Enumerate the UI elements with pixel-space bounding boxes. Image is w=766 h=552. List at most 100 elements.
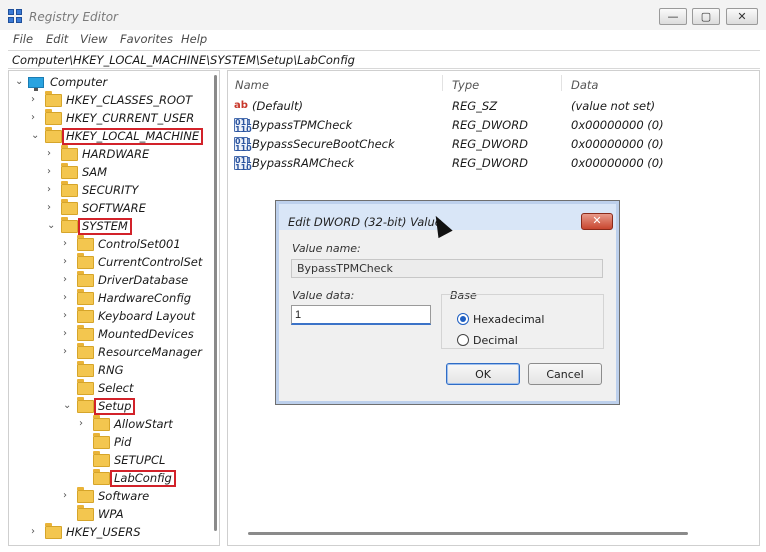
tree-node[interactable]: › HARDWARE (9, 145, 209, 164)
menu-bar: File Edit View Favorites Help (0, 30, 766, 48)
tree-node[interactable]: › ResourceManager (9, 343, 209, 362)
chevron-down-icon[interactable]: ⌄ (31, 128, 41, 144)
title-bar: Registry Editor — ▢ ✕ (0, 0, 766, 30)
tree-node-label: SECURITY (82, 183, 139, 197)
close-icon: ✕ (737, 10, 747, 23)
tree-node[interactable]: › SECURITY (9, 181, 209, 200)
decimal-radio[interactable] (457, 334, 469, 346)
chevron-right-icon[interactable]: › (31, 92, 41, 108)
tree-node[interactable]: SETUPCL (9, 451, 209, 470)
hexadecimal-radio[interactable] (457, 313, 469, 325)
chevron-right-icon[interactable]: › (63, 488, 73, 504)
value-row[interactable]: 011 110 BypassTPMCheck REG_DWORD 0x00000000… (228, 116, 758, 135)
tree-node[interactable]: ⌄ HKEY_LOCAL_MACHINE (9, 127, 209, 146)
highlight-box (62, 128, 203, 145)
menu-favorites[interactable]: Favorites (120, 32, 173, 46)
tree-node[interactable]: › HKEY_CURRENT_USER (9, 109, 209, 128)
column-divider[interactable] (442, 75, 443, 91)
tree-node[interactable]: Select (9, 379, 209, 398)
highlight-box (110, 470, 176, 487)
tree-node[interactable]: › AllowStart (9, 415, 209, 434)
chevron-down-icon[interactable]: ⌄ (47, 218, 57, 234)
folder-icon (77, 361, 94, 377)
minimize-button[interactable]: — (659, 8, 687, 25)
folder-icon (77, 289, 94, 305)
chevron-right-icon[interactable]: › (47, 164, 57, 180)
tree-node[interactable]: ⌄ Setup (9, 397, 209, 416)
dialog-close-button[interactable]: ✕ (581, 213, 613, 230)
chevron-right-icon[interactable]: › (31, 110, 41, 126)
chevron-right-icon[interactable]: › (47, 200, 57, 216)
list-horizontal-scrollbar[interactable] (248, 532, 688, 535)
tree-node-label: SETUPCL (114, 453, 166, 467)
menu-view[interactable]: View (80, 32, 108, 46)
value-type: REG_DWORD (452, 118, 529, 132)
chevron-down-icon[interactable]: ⌄ (63, 398, 73, 414)
tree-node[interactable]: › DriverDatabase (9, 271, 209, 290)
value-row[interactable]: ab (Default) REG_SZ (value not set) (228, 97, 758, 116)
chevron-right-icon[interactable]: › (63, 344, 73, 360)
tree-node[interactable]: WPA (9, 505, 209, 524)
tree-node[interactable]: › SOFTWARE (9, 199, 209, 218)
value-type: REG_DWORD (452, 137, 529, 151)
chevron-right-icon[interactable]: › (63, 254, 73, 270)
value-data-input[interactable] (291, 305, 431, 325)
tree-node[interactable]: ⌄ Computer (9, 74, 209, 92)
column-header-data[interactable]: Data (571, 78, 598, 92)
tree-node[interactable]: › HKEY_CLASSES_ROOT (9, 91, 209, 110)
tree-node[interactable]: › MountedDevices (9, 325, 209, 344)
chevron-right-icon[interactable]: › (63, 236, 73, 252)
tree-node-label: SOFTWARE (82, 201, 146, 215)
menu-edit[interactable]: Edit (46, 32, 68, 46)
chevron-right-icon[interactable]: › (63, 272, 73, 288)
maximize-button[interactable]: ▢ (692, 8, 720, 25)
chevron-down-icon[interactable]: ⌄ (15, 74, 25, 90)
chevron-right-icon[interactable]: › (47, 182, 57, 198)
cancel-button[interactable]: Cancel (528, 363, 602, 385)
tree-node[interactable]: LabConfig (9, 469, 209, 488)
value-row[interactable]: 011 110 BypassSecureBootCheck REG_DWORD 0x0… (228, 135, 758, 154)
value-name-label: Value name: (292, 242, 361, 255)
folder-icon (61, 181, 78, 197)
binary-value-icon: 011 110 (234, 137, 252, 153)
tree-node[interactable]: › HKEY_USERS (9, 523, 209, 542)
menu-file[interactable]: File (13, 32, 33, 46)
tree-node[interactable]: ⌄ SYSTEM (9, 217, 209, 236)
chevron-right-icon[interactable]: › (63, 326, 73, 342)
tree-scrollbar[interactable] (214, 75, 217, 531)
tree-node[interactable]: › SAM (9, 163, 209, 182)
address-bar[interactable]: Computer\HKEY_LOCAL_MACHINE\SYSTEM\Setup… (8, 50, 760, 69)
tree-node[interactable]: › Keyboard Layout (9, 307, 209, 326)
tree-node[interactable]: RNG (9, 361, 209, 380)
menu-help[interactable]: Help (181, 32, 207, 46)
tree-node[interactable]: › Software (9, 487, 209, 506)
value-data: 0x00000000 (0) (571, 118, 664, 132)
value-name: BypassRAMCheck (252, 156, 355, 170)
key-tree-pane[interactable]: ⌄ Computer › HKEY_CLASSES_ROOT › HKEY_CURRENT… (8, 70, 220, 546)
chevron-right-icon[interactable]: › (31, 524, 41, 540)
column-divider[interactable] (561, 75, 562, 91)
tree-node[interactable]: › HardwareConfig (9, 289, 209, 308)
chevron-right-icon[interactable]: › (47, 146, 57, 162)
close-button[interactable]: ✕ (726, 8, 758, 25)
folder-icon (77, 325, 94, 341)
column-header-name[interactable]: Name (235, 78, 269, 92)
chevron-right-icon[interactable]: › (63, 290, 73, 306)
folder-icon (77, 307, 94, 323)
column-header-type[interactable]: Type (452, 78, 479, 92)
tree-node[interactable]: › CurrentControlSet (9, 253, 209, 272)
window-title: Registry Editor (29, 10, 118, 24)
base-group: Hexadecimal Decimal (441, 294, 604, 349)
hexadecimal-label[interactable]: Hexadecimal (473, 313, 544, 326)
tree-node-label: MountedDevices (98, 327, 194, 341)
decimal-label[interactable]: Decimal (473, 334, 518, 347)
chevron-right-icon[interactable]: › (79, 416, 89, 432)
chevron-right-icon[interactable]: › (63, 308, 73, 324)
value-row[interactable]: 011 110 BypassRAMCheck REG_DWORD 0x00000000… (228, 154, 758, 173)
tree-node-label: Computer (50, 75, 108, 89)
tree-node[interactable]: › ControlSet001 (9, 235, 209, 254)
ok-button[interactable]: OK (446, 363, 520, 385)
folder-icon (77, 505, 94, 521)
tree-node[interactable]: Pid (9, 433, 209, 452)
tree-node-label: SAM (82, 165, 108, 179)
